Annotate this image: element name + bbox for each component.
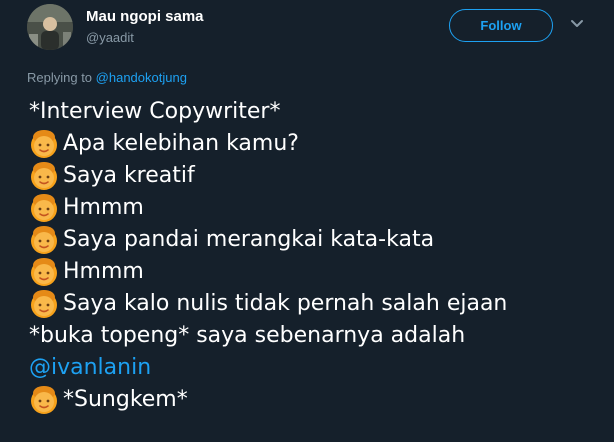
person-emoji-icon — [29, 257, 59, 287]
avatar[interactable] — [27, 4, 73, 50]
tweet-line: Hmmm — [29, 192, 599, 224]
tweet-line: @ivanlanin — [29, 352, 599, 384]
tweet-line-text: Saya kalo nulis tidak pernah salah ejaan — [63, 291, 508, 316]
tweet-line: Hmmm — [29, 256, 599, 288]
author-handle[interactable]: @yaadit — [86, 30, 134, 45]
tweet-line-text: Apa kelebihan kamu? — [63, 131, 299, 156]
tweet-line-text: Hmmm — [63, 195, 144, 220]
tweet-line-text: *Interview Copywriter* — [29, 99, 281, 124]
tweet-line: Saya kalo nulis tidak pernah salah ejaan — [29, 288, 599, 320]
tweet-line: Saya pandai merangkai kata-kata — [29, 224, 599, 256]
person-emoji-icon — [29, 289, 59, 319]
replying-to-label: Replying to — [27, 70, 96, 85]
tweet-line-text: *Sungkem* — [63, 387, 188, 412]
tweet-line: Apa kelebihan kamu? — [29, 128, 599, 160]
tweet-line: *Sungkem* — [29, 384, 599, 416]
tweet-line-text: Hmmm — [63, 259, 144, 284]
replying-to: Replying to @handokotjung — [27, 70, 187, 85]
author-name[interactable]: Mau ngopi sama — [86, 8, 204, 25]
person-emoji-icon — [29, 193, 59, 223]
person-emoji-icon — [29, 385, 59, 415]
mention-link[interactable]: @ivanlanin — [29, 352, 151, 384]
follow-button[interactable]: Follow — [449, 9, 553, 42]
tweet-line: *Interview Copywriter* — [29, 96, 599, 128]
person-emoji-icon — [29, 129, 59, 159]
tweet-text: *Interview Copywriter* Apa kelebihan kam… — [29, 96, 599, 416]
tweet-line-text: Saya kreatif — [63, 163, 195, 188]
avatar-photo-icon — [27, 4, 73, 50]
person-emoji-icon — [29, 161, 59, 191]
tweet-line-text: *buka topeng* saya sebenarnya adalah — [29, 323, 466, 348]
tweet-line: Saya kreatif — [29, 160, 599, 192]
person-emoji-icon — [29, 225, 59, 255]
tweet-line-text: Saya pandai merangkai kata-kata — [63, 227, 435, 252]
tweet-line: *buka topeng* saya sebenarnya adalah — [29, 320, 599, 352]
tweet-header: Mau ngopi sama @yaadit Follow — [0, 0, 614, 60]
chevron-down-icon[interactable] — [570, 19, 584, 29]
replying-to-link[interactable]: @handokotjung — [96, 70, 187, 85]
